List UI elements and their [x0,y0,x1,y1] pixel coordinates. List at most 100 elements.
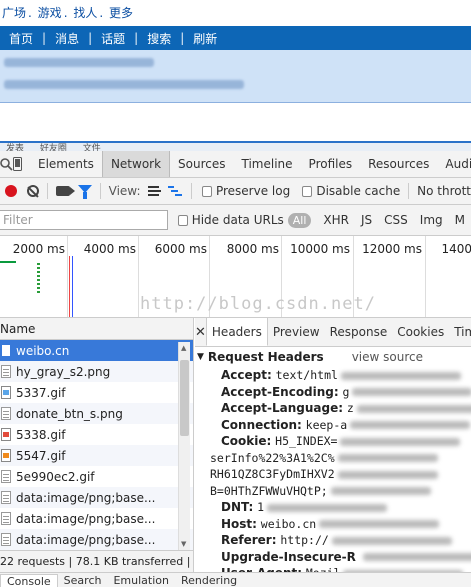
tab-resources[interactable]: Resources [360,151,437,177]
tab-timeline[interactable]: Timeline [234,151,301,177]
tab-audits[interactable]: Audits [437,151,471,177]
cookie-text: RH61QZ8C3FyDmIHXV2 [210,467,335,481]
hide-data-urls-checkbox[interactable] [177,214,188,226]
header-key: DNT: [221,500,254,514]
overview-waterfall-icon[interactable] [168,186,183,196]
watermark: http://blog.csdn.net/ [140,294,376,314]
request-row[interactable]: weibo.cn [0,340,193,361]
detail-tab-preview[interactable]: Preview [268,318,325,346]
request-name: 5547.gif [16,448,66,463]
request-name: donate_btn_s.png [16,406,123,421]
request-name: 5e990ec2.gif [16,469,95,484]
page-tab[interactable]: 发表 [6,143,24,151]
request-detail-panel: ✕ Headers Preview Response Cookies Timin… [195,318,471,572]
nav-topics[interactable]: 话题 [92,30,134,47]
request-row[interactable]: donate_btn_s.png [0,403,193,424]
header-key: Host: [221,516,257,531]
large-rows-icon[interactable] [147,186,161,196]
filter-funnel-icon [77,185,92,199]
nav-search[interactable]: 搜索 [138,30,180,47]
filter-type-media[interactable]: M [455,213,465,227]
inspect-search-icon[interactable] [0,151,13,177]
request-row[interactable]: 5337.gif [0,382,193,403]
request-row[interactable]: 5e990ec2.gif [0,466,193,487]
clear-button[interactable] [22,185,44,197]
request-name: 5337.gif [16,385,66,400]
redacted-value [352,388,471,396]
detail-tab-response[interactable]: Response [325,318,393,346]
request-row[interactable]: data:image/png;base... [0,529,193,550]
filter-type-xhr[interactable]: XHR [323,213,349,227]
file-type-icon [1,407,11,420]
detail-tab-cookies[interactable]: Cookies [392,318,449,346]
filter-toggle-button[interactable] [74,185,96,199]
view-label: View: [108,184,141,198]
filter-type-js[interactable]: JS [361,213,372,227]
detail-tab-timing[interactable]: Timing [449,318,471,346]
drawer-tab-console[interactable]: Console [0,574,58,587]
waterfall-bar [37,263,40,293]
request-row[interactable]: data:image/png;base... [0,487,193,508]
drawer-tab-rendering[interactable]: Rendering [175,574,243,587]
scroll-up-arrow-icon[interactable]: ▲ [181,344,186,352]
detail-tab-headers[interactable]: Headers [205,318,268,346]
load-event-line [69,256,70,317]
tab-network[interactable]: Network [101,151,171,177]
header-row: DNT: 1 [195,499,471,516]
disable-cache-label: Disable cache [316,184,401,198]
redacted-value [331,536,452,545]
drawer-tab-search[interactable]: Search [58,574,108,587]
file-type-icon [1,470,11,483]
scroll-down-arrow-icon[interactable]: ▼ [181,540,186,548]
request-headers-section[interactable]: ▼ Request Headers view source [195,347,471,367]
header-key: Referer: [221,533,277,547]
expand-triangle-icon[interactable]: ▼ [197,352,204,362]
capture-screenshots-button[interactable] [52,186,76,196]
redacted-value [337,470,438,479]
close-detail-icon[interactable]: ✕ [195,318,206,346]
redacted-value [340,437,461,446]
request-row[interactable]: data:image/png;base... [0,508,193,529]
link-zhaoren[interactable]: 找人 [73,6,97,20]
request-row[interactable]: 5547.gif [0,445,193,466]
filter-input[interactable]: Filter [0,210,168,230]
page-tab[interactable]: 好友圈 [40,143,67,151]
file-type-icon [1,428,11,441]
request-name: 5338.gif [16,427,66,442]
link-guangchang[interactable]: 广场 [2,6,26,20]
device-mode-icon[interactable] [13,151,22,177]
drawer-tab-emulation[interactable]: Emulation [107,574,175,587]
request-list-scrollbar[interactable]: ▲ ▼ [178,342,190,550]
link-youxi[interactable]: 游戏 [38,6,62,20]
throttling-select[interactable]: No thrott [417,184,471,198]
nav-messages[interactable]: 消息 [46,30,88,47]
filter-type-img[interactable]: Img [420,213,443,227]
post-composer-textarea[interactable] [0,102,471,143]
link-gengduo[interactable]: 更多 [109,6,133,20]
tab-sources[interactable]: Sources [170,151,233,177]
redacted-value [350,421,471,429]
page-tab[interactable]: 文件 [83,143,101,151]
request-list: Name weibo.cn hy_gray_s2.png 5337.gif donat… [0,318,194,572]
page-tabs: 发表 好友圈 文件 [0,143,471,151]
filter-type-all[interactable]: All [287,212,312,228]
tab-profiles[interactable]: Profiles [301,151,361,177]
nav-refresh[interactable]: 刷新 [184,30,226,47]
request-row[interactable]: 5338.gif [0,424,193,445]
record-button[interactable] [0,185,22,197]
preserve-log-checkbox[interactable] [201,185,212,197]
column-header-name[interactable]: Name [0,318,193,340]
disable-cache-checkbox[interactable] [302,185,313,197]
nav-home[interactable]: 首页 [0,30,42,47]
filter-type-css[interactable]: CSS [384,213,408,227]
scroll-thumb[interactable] [180,360,189,436]
view-source-link[interactable]: view source [352,350,423,364]
detail-tabbar: ✕ Headers Preview Response Cookies Timin… [195,318,471,347]
overview-tick-label: 8000 ms [226,242,279,256]
header-row: Connection: keep-a [195,417,471,434]
redacted-value [267,503,388,512]
blurred-profile-banner [0,50,471,102]
network-overview[interactable]: 2000 ms 4000 ms 6000 ms 8000 ms 10000 ms… [0,236,471,318]
tab-elements[interactable]: Elements [30,151,102,177]
request-row[interactable]: hy_gray_s2.png [0,361,193,382]
